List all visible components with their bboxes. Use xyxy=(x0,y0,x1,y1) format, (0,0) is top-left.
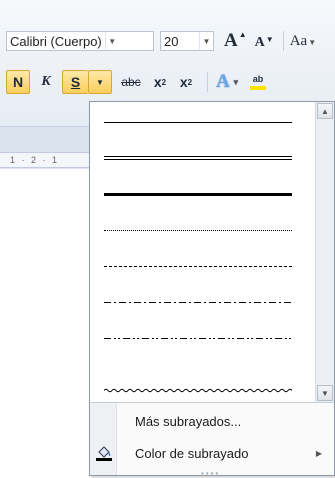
highlight-icon: ab xyxy=(252,73,264,84)
underline-style-dash-dot[interactable] xyxy=(90,284,315,320)
more-underlines-item[interactable]: Más subrayados... xyxy=(116,407,334,435)
font-size-value: 20 xyxy=(164,33,179,49)
underline-style-dashed[interactable] xyxy=(90,248,315,284)
bold-button[interactable]: N xyxy=(6,70,30,94)
underline-dropdown-arrow[interactable]: ▼ xyxy=(88,70,112,94)
menu-icon-column xyxy=(90,403,117,475)
format-row: N K S ▼ abc x2 x2 A ▼ ab xyxy=(6,68,270,96)
underline-style-single[interactable] xyxy=(90,104,315,140)
underline-style-double[interactable] xyxy=(90,140,315,176)
divider xyxy=(282,31,284,51)
highlight-color-bar xyxy=(250,85,266,90)
wave-line-icon xyxy=(103,388,293,393)
dropdown-scrollbar[interactable]: ▲ ▼ xyxy=(315,102,334,402)
scroll-down-icon[interactable]: ▼ xyxy=(317,385,333,401)
highlight-button[interactable]: ab xyxy=(246,70,270,94)
divider xyxy=(207,72,208,92)
text-effects-icon: A xyxy=(216,71,230,92)
underline-style-wave[interactable] xyxy=(90,364,315,400)
superscript-icon: x xyxy=(179,74,188,90)
underline-color-label: Color de subrayado xyxy=(135,445,249,461)
underline-style-list xyxy=(90,102,315,402)
grow-font-button[interactable]: A ▲ xyxy=(224,30,247,52)
superscript-mark: 2 xyxy=(187,77,193,87)
paint-bucket-icon xyxy=(96,446,112,461)
menu-divider xyxy=(90,402,334,403)
font-name-value: Calibri (Cuerpo) xyxy=(10,33,102,49)
resize-grip-icon[interactable]: •••• xyxy=(201,469,220,478)
underline-button[interactable]: S xyxy=(62,70,88,94)
font-size-combo[interactable]: 20 ▼ xyxy=(160,31,214,51)
subscript-button[interactable]: x2 xyxy=(148,70,172,94)
chevron-down-icon[interactable]: ▼ xyxy=(104,32,119,50)
submenu-arrow-icon: ▶ xyxy=(315,448,322,458)
text-effects-button[interactable]: A ▼ xyxy=(216,70,240,94)
change-case-button[interactable]: Aa▼ xyxy=(290,33,316,50)
underline-style-thick[interactable] xyxy=(90,176,315,212)
superscript-button[interactable]: x2 xyxy=(174,70,198,94)
font-row: Calibri (Cuerpo) ▼ 20 ▼ A ▲ A ▼ Aa▼ xyxy=(6,28,316,54)
shrink-font-button[interactable]: A ▼ xyxy=(255,35,274,51)
underline-color-item[interactable]: Color de subrayado ▶ xyxy=(116,439,334,467)
chevron-down-icon[interactable]: ▼ xyxy=(199,32,213,50)
underline-split-button: S ▼ xyxy=(62,70,112,94)
strikethrough-button[interactable]: abc xyxy=(118,70,144,94)
subscript-mark: 2 xyxy=(161,77,167,87)
horizontal-ruler[interactable]: 1 · 2 · 1 xyxy=(0,152,100,168)
underline-style-dotted[interactable] xyxy=(90,212,315,248)
change-case-icon: Aa xyxy=(289,32,308,49)
shrink-font-icon: A xyxy=(254,34,265,50)
more-underlines-label: Más subrayados... xyxy=(135,413,242,429)
font-name-combo[interactable]: Calibri (Cuerpo) ▼ xyxy=(6,31,154,51)
underline-style-dropdown: ▲ ▼ Más subrayados... Color de subrayado… xyxy=(89,101,335,478)
scroll-up-icon[interactable]: ▲ xyxy=(317,103,333,119)
underline-style-dash-dot-dot[interactable] xyxy=(90,320,315,356)
grow-font-icon: A xyxy=(224,30,238,51)
subscript-icon: x xyxy=(153,74,162,90)
italic-button[interactable]: K xyxy=(34,70,58,94)
